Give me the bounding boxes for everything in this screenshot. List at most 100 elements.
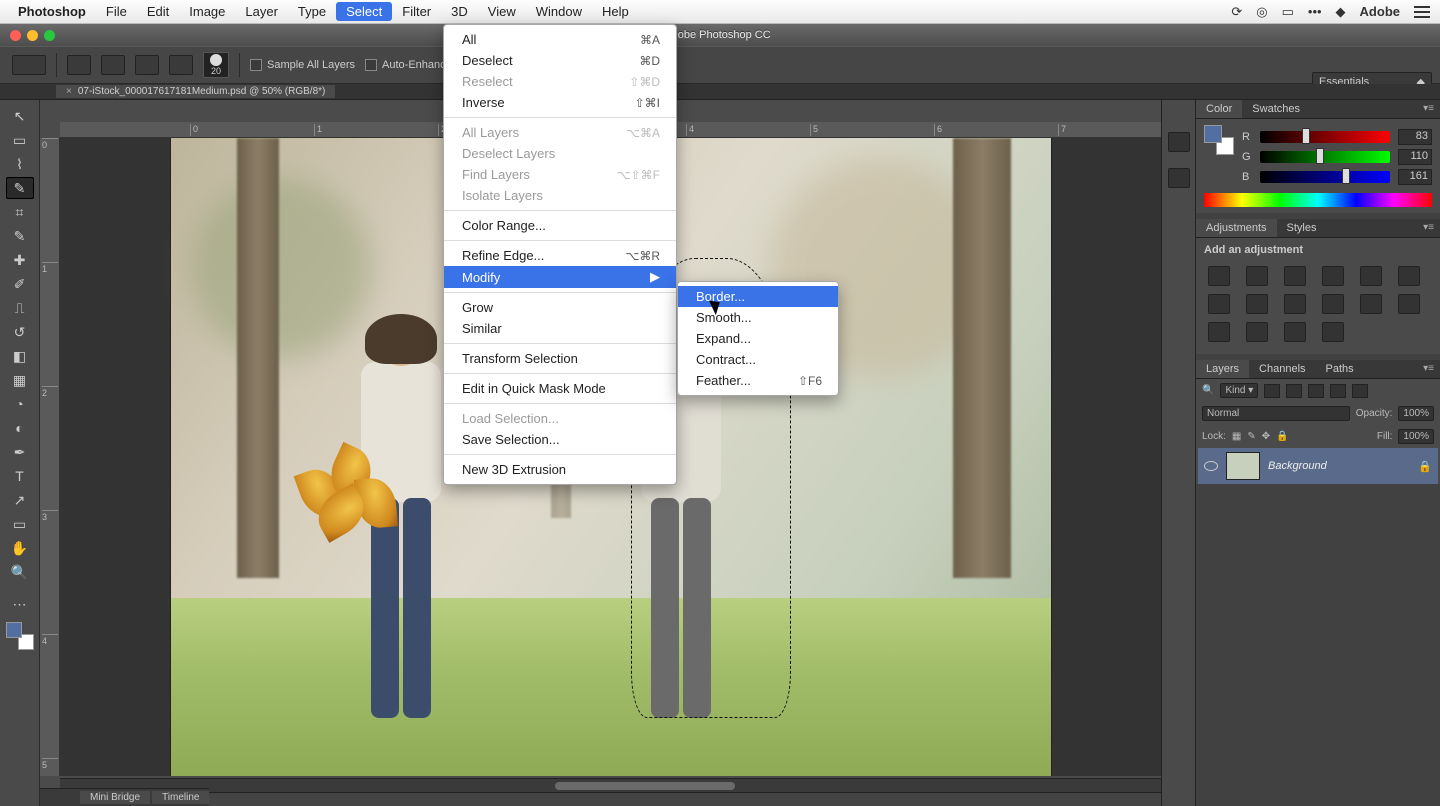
vertical-ruler[interactable]: 0 1 2 3 4 5 xyxy=(40,138,60,776)
lock-pixels-icon[interactable]: ✎ xyxy=(1247,431,1255,442)
fill-input[interactable]: 100% xyxy=(1398,429,1434,444)
gradient-tool-icon[interactable]: ▦ xyxy=(6,369,34,391)
menu-window[interactable]: Window xyxy=(526,2,592,21)
horizontal-scrollbar[interactable] xyxy=(60,778,1161,792)
menu-item-refine-edge[interactable]: Refine Edge...⌥⌘R xyxy=(444,245,676,266)
menu-file[interactable]: File xyxy=(96,2,137,21)
shape-tool-icon[interactable]: ▭ xyxy=(6,513,34,535)
tab-styles[interactable]: Styles xyxy=(1277,219,1327,237)
adj-bw-icon[interactable] xyxy=(1208,294,1230,314)
value-green[interactable]: 110 xyxy=(1398,149,1432,165)
lock-position-icon[interactable]: ✥ xyxy=(1262,431,1270,442)
layer-thumbnail[interactable] xyxy=(1226,452,1260,480)
blend-mode-select[interactable]: Normal xyxy=(1202,406,1350,421)
hamburger-icon[interactable] xyxy=(1414,6,1430,18)
color-spectrum[interactable] xyxy=(1204,193,1432,207)
menu-item-transform-selection[interactable]: Transform Selection xyxy=(444,348,676,369)
value-red[interactable]: 83 xyxy=(1398,129,1432,145)
menu-image[interactable]: Image xyxy=(179,2,235,21)
menu-help[interactable]: Help xyxy=(592,2,639,21)
crop-tool-icon[interactable]: ⌗ xyxy=(6,201,34,223)
slider-red[interactable] xyxy=(1260,131,1390,143)
sample-all-layers-checkbox[interactable]: Sample All Layers xyxy=(250,59,355,71)
layer-visibility-icon[interactable] xyxy=(1204,461,1218,471)
healing-brush-tool-icon[interactable]: ✚ xyxy=(6,249,34,271)
layers-panel-menu-icon[interactable]: ▾≡ xyxy=(1417,360,1440,378)
slider-green[interactable] xyxy=(1260,151,1390,163)
menu-item-color-range[interactable]: Color Range... xyxy=(444,215,676,236)
menu-edit[interactable]: Edit xyxy=(137,2,179,21)
tab-channels[interactable]: Channels xyxy=(1249,360,1315,378)
dodge-tool-icon[interactable]: ◐ xyxy=(6,417,34,439)
submenu-item-feather[interactable]: Feather...⇧F6 xyxy=(678,370,838,391)
adj-posterize-icon[interactable] xyxy=(1398,294,1420,314)
marquee-tool-icon[interactable]: ▭ xyxy=(6,129,34,151)
menu-view[interactable]: View xyxy=(478,2,526,21)
menu-item-similar[interactable]: Similar xyxy=(444,318,676,339)
lasso-tool-icon[interactable]: ⌇ xyxy=(6,153,34,175)
submenu-item-smooth[interactable]: Smooth... xyxy=(678,307,838,328)
zoom-tool-icon[interactable]: 🔍 xyxy=(6,561,34,583)
menu-item-grow[interactable]: Grow xyxy=(444,297,676,318)
window-close-button[interactable] xyxy=(10,30,21,41)
tab-adjustments[interactable]: Adjustments xyxy=(1196,219,1277,237)
menu-item-modify[interactable]: Modify▶ xyxy=(444,266,676,288)
path-selection-tool-icon[interactable]: ↗ xyxy=(6,489,34,511)
tab-mini-bridge[interactable]: Mini Bridge xyxy=(80,791,150,804)
lock-transparency-icon[interactable]: ▦ xyxy=(1232,431,1241,442)
adj-photo-filter-icon[interactable] xyxy=(1246,294,1268,314)
value-blue[interactable]: 161 xyxy=(1398,169,1432,185)
adj-gradient-map-icon[interactable] xyxy=(1246,322,1268,342)
brush-preset-picker[interactable]: 20 xyxy=(203,52,229,78)
slider-blue[interactable] xyxy=(1260,171,1390,183)
sync-icon[interactable]: ⟳ xyxy=(1231,4,1242,20)
hand-tool-icon[interactable]: ✋ xyxy=(6,537,34,559)
add-selection-icon[interactable] xyxy=(101,55,125,75)
tab-paths[interactable]: Paths xyxy=(1316,360,1364,378)
adj-curves-icon[interactable] xyxy=(1284,266,1306,286)
adj-exposure-icon[interactable] xyxy=(1322,266,1344,286)
menu-select[interactable]: Select xyxy=(336,2,392,21)
adj-more-icon[interactable] xyxy=(1322,322,1344,342)
adj-invert-icon[interactable] xyxy=(1360,294,1382,314)
menu-item-all[interactable]: All⌘A xyxy=(444,29,676,50)
close-tab-icon[interactable]: × xyxy=(66,86,72,97)
color-panel-swatch[interactable] xyxy=(1204,125,1234,155)
notification-icon[interactable]: ▭ xyxy=(1282,4,1294,20)
fg-bg-color-swatch[interactable] xyxy=(6,622,34,650)
layer-filter-kind[interactable]: Kind ▾ xyxy=(1220,383,1258,398)
filter-type-icon[interactable] xyxy=(1308,384,1324,398)
submenu-item-contract[interactable]: Contract... xyxy=(678,349,838,370)
color-panel-menu-icon[interactable]: ▾≡ xyxy=(1417,100,1440,118)
adj-vibrance-icon[interactable] xyxy=(1360,266,1382,286)
blur-tool-icon[interactable]: ◔ xyxy=(6,393,34,415)
history-panel-icon[interactable] xyxy=(1168,132,1190,152)
tab-swatches[interactable]: Swatches xyxy=(1242,100,1310,118)
history-brush-tool-icon[interactable]: ↺ xyxy=(6,321,34,343)
adj-channel-mixer-icon[interactable] xyxy=(1284,294,1306,314)
opacity-input[interactable]: 100% xyxy=(1398,406,1434,421)
clone-stamp-tool-icon[interactable]: ⎍ xyxy=(6,297,34,319)
filter-smart-icon[interactable] xyxy=(1352,384,1368,398)
current-tool-icon[interactable] xyxy=(12,55,46,75)
adj-selective-color-icon[interactable] xyxy=(1284,322,1306,342)
adj-threshold-icon[interactable] xyxy=(1208,322,1230,342)
subtract-selection-icon[interactable] xyxy=(135,55,159,75)
menu-item-edit-in-quick-mask-mode[interactable]: Edit in Quick Mask Mode xyxy=(444,378,676,399)
menu-type[interactable]: Type xyxy=(288,2,336,21)
new-selection-icon[interactable] xyxy=(67,55,91,75)
menu-layer[interactable]: Layer xyxy=(235,2,288,21)
eraser-tool-icon[interactable]: ◧ xyxy=(6,345,34,367)
adj-hue-icon[interactable] xyxy=(1398,266,1420,286)
tab-layers[interactable]: Layers xyxy=(1196,360,1249,378)
filter-pixel-icon[interactable] xyxy=(1264,384,1280,398)
intersect-selection-icon[interactable] xyxy=(169,55,193,75)
edit-toolbar-icon[interactable]: ⋯ xyxy=(6,593,34,615)
menu-item-inverse[interactable]: Inverse⇧⌘I xyxy=(444,92,676,113)
cc-icon[interactable]: ◎ xyxy=(1256,4,1267,20)
adj-brightness-icon[interactable] xyxy=(1208,266,1230,286)
filter-shape-icon[interactable] xyxy=(1330,384,1346,398)
more-icon[interactable]: ••• xyxy=(1308,4,1322,19)
filter-adjust-icon[interactable] xyxy=(1286,384,1302,398)
lock-all-icon[interactable]: 🔒 xyxy=(1276,431,1288,442)
